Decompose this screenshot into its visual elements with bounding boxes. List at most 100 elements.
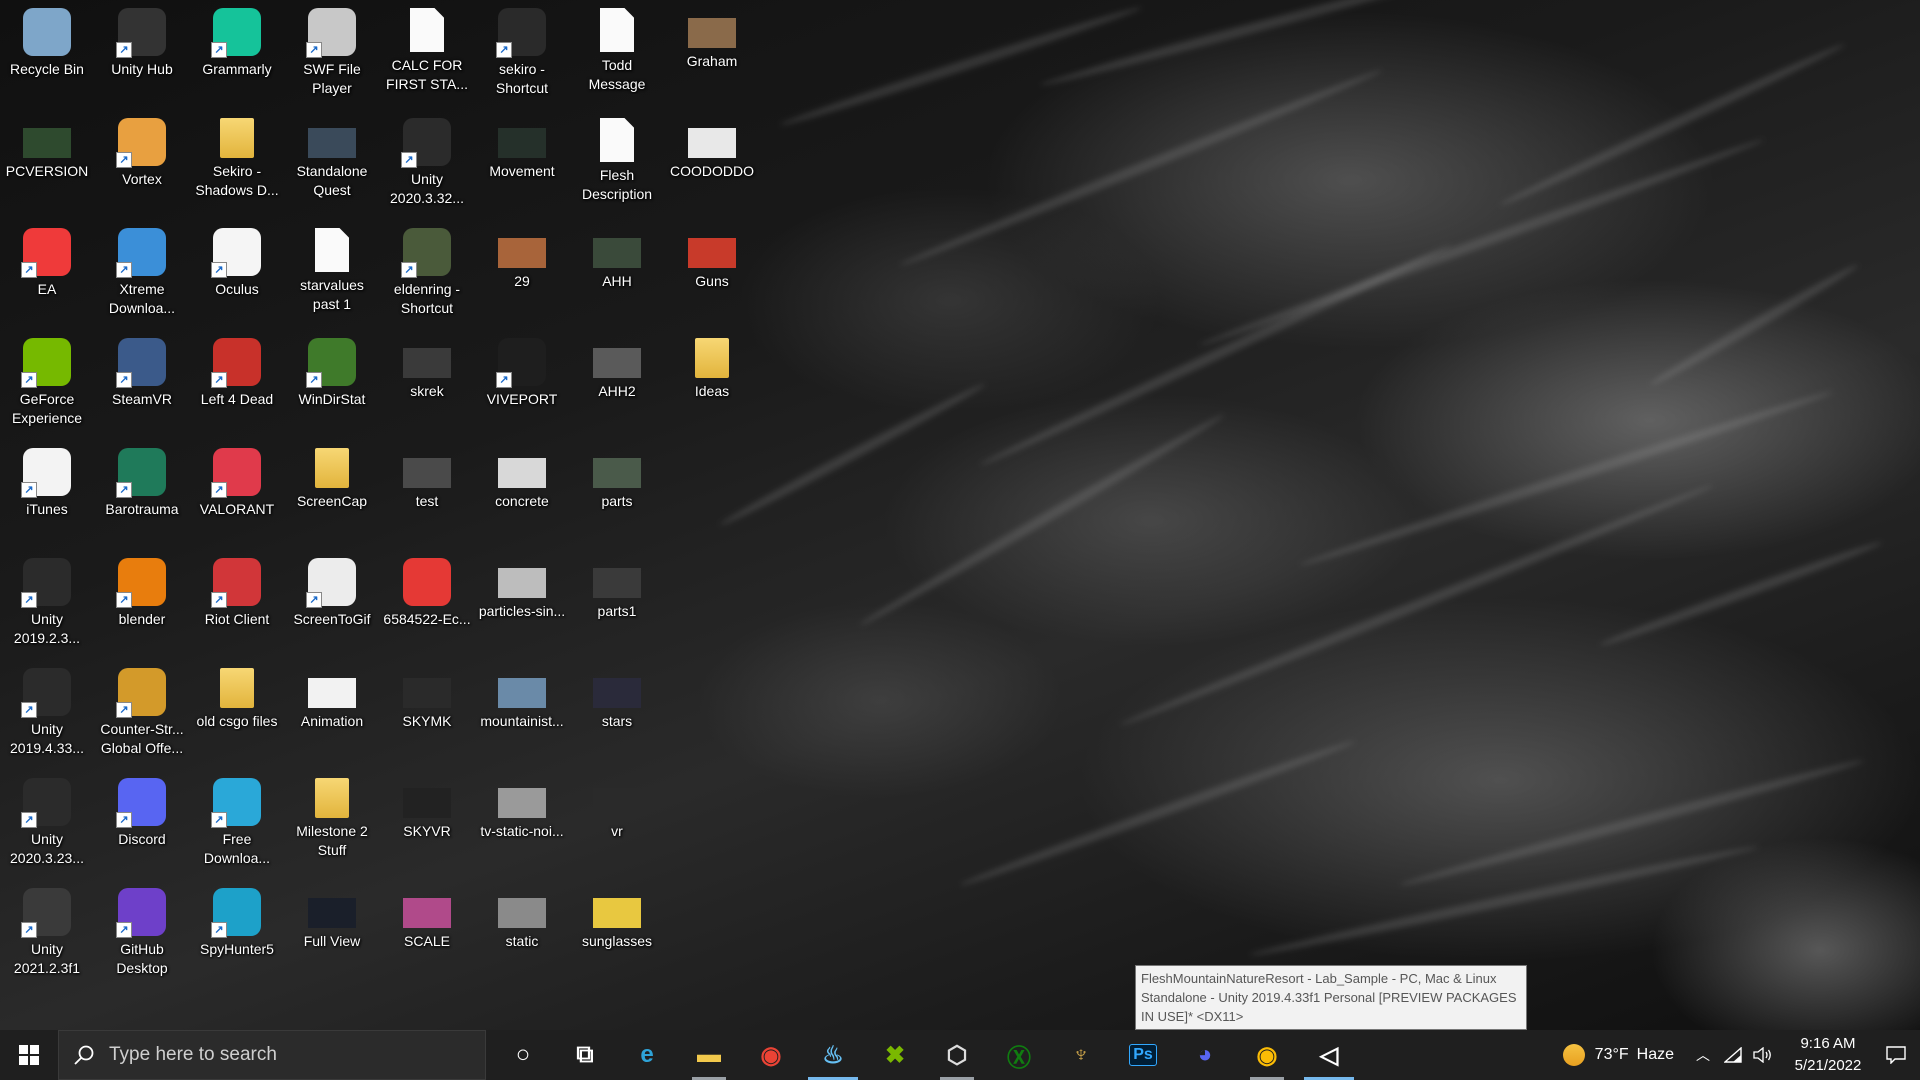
- viveport-icon: ↗: [496, 338, 546, 388]
- desktop-icon-steamvr[interactable]: ↗ SteamVR: [95, 330, 189, 409]
- taskbar-button-chrome[interactable]: ◉: [740, 1030, 802, 1080]
- desktop-icon-geforce-experience[interactable]: ↗ GeForce Experience: [0, 330, 94, 428]
- taskbar-button-eldenring[interactable]: ♆: [1050, 1030, 1112, 1080]
- desktop-icon-unity-2019-2-3[interactable]: ↗ Unity 2019.2.3...: [0, 550, 94, 648]
- network-icon[interactable]: [1718, 1047, 1748, 1063]
- desktop-icon-skymk[interactable]: SKYMK: [380, 660, 474, 731]
- taskbar-button-xbox-game-bar[interactable]: ✖: [864, 1030, 926, 1080]
- desktop-icon-static[interactable]: static: [475, 880, 569, 951]
- desktop-icon-mountainist[interactable]: mountainist...: [475, 660, 569, 731]
- taskbar-button-file-explorer[interactable]: ▬: [678, 1030, 740, 1080]
- desktop-icon-concrete[interactable]: concrete: [475, 440, 569, 511]
- desktop-icon-standalone-quest[interactable]: Standalone Quest: [285, 110, 379, 200]
- taskbar-button-xbox[interactable]: Ⓧ: [988, 1030, 1050, 1080]
- desktop-icon-pcversion[interactable]: PCVERSION: [0, 110, 94, 181]
- desktop-icon-sekiro-shadows-d[interactable]: Sekiro - Shadows D...: [190, 110, 284, 200]
- desktop-icon-unity-2019-4-33[interactable]: ↗ Unity 2019.4.33...: [0, 660, 94, 758]
- desktop-icon-viveport[interactable]: ↗ VIVEPORT: [475, 330, 569, 409]
- desktop-icon-todd-message[interactable]: Todd Message: [570, 0, 664, 94]
- desktop-icon-29[interactable]: 29: [475, 220, 569, 291]
- desktop-icon-ahh[interactable]: AHH: [570, 220, 664, 291]
- desktop-icon-skyvr[interactable]: SKYVR: [380, 770, 474, 841]
- desktop-icon-sekiro-shortcut[interactable]: ↗ sekiro - Shortcut: [475, 0, 569, 98]
- blender-icon: ↗: [116, 558, 166, 608]
- taskbar-button-chrome-profile[interactable]: ◉: [1236, 1030, 1298, 1080]
- desktop-icon-tv-static-noi[interactable]: tv-static-noi...: [475, 770, 569, 841]
- desktop-icon-counter-str-global-offe[interactable]: ↗ Counter-Str... Global Offe...: [95, 660, 189, 758]
- desktop-icon-6584522-ec[interactable]: 6584522-Ec...: [380, 550, 474, 629]
- desktop-icon-particles-sin[interactable]: particles-sin...: [475, 550, 569, 621]
- desktop-icon-vortex[interactable]: ↗ Vortex: [95, 110, 189, 189]
- barotrauma-icon: ↗: [116, 448, 166, 498]
- desktop-icon-test[interactable]: test: [380, 440, 474, 511]
- desktop-icon-scale[interactable]: SCALE: [380, 880, 474, 951]
- desktop-icon-oculus[interactable]: ↗ Oculus: [190, 220, 284, 299]
- desktop-icon-ea[interactable]: ↗ EA: [0, 220, 94, 299]
- desktop-icon-riot-client[interactable]: ↗ Riot Client: [190, 550, 284, 629]
- shortcut-arrow-icon: ↗: [401, 262, 417, 278]
- desktop-icon-spyhunter5[interactable]: ↗ SpyHunter5: [190, 880, 284, 959]
- desktop-icon-movement[interactable]: Movement: [475, 110, 569, 181]
- desktop-icon-ideas[interactable]: Ideas: [665, 330, 759, 401]
- shortcut-arrow-icon: ↗: [211, 482, 227, 498]
- desktop-icon-graham[interactable]: Graham: [665, 0, 759, 71]
- desktop-icon-vr[interactable]: vr: [570, 770, 664, 841]
- volume-icon[interactable]: [1748, 1047, 1778, 1063]
- desktop-icon-full-view[interactable]: Full View: [285, 880, 379, 951]
- desktop-icon-unity-2020-3-23[interactable]: ↗ Unity 2020.3.23...: [0, 770, 94, 868]
- taskbar-button-steam[interactable]: ♨: [802, 1030, 864, 1080]
- desktop-icon-unity-hub[interactable]: ↗ Unity Hub: [95, 0, 189, 79]
- desktop-icon-unity-2020-3-32[interactable]: ↗ Unity 2020.3.32...: [380, 110, 474, 208]
- desktop-icon-swf-file-player[interactable]: ↗ SWF File Player: [285, 0, 379, 98]
- desktop-icon-free-downloa[interactable]: ↗ Free Downloa...: [190, 770, 284, 868]
- desktop-icon-animation[interactable]: Animation: [285, 660, 379, 731]
- taskbar-button-cortana[interactable]: ○: [492, 1030, 554, 1080]
- start-button[interactable]: [0, 1030, 58, 1080]
- notification-center-button[interactable]: [1872, 1030, 1920, 1080]
- desktop-icon-parts[interactable]: parts: [570, 440, 664, 511]
- desktop-icon-xtreme-downloa[interactable]: ↗ Xtreme Downloa...: [95, 220, 189, 318]
- desktop-icon-discord[interactable]: ↗ Discord: [95, 770, 189, 849]
- desktop-icon-eldenring-shortcut[interactable]: ↗ eldenring - Shortcut: [380, 220, 474, 318]
- desktop-icon-flesh-description[interactable]: Flesh Description: [570, 110, 664, 204]
- shortcut-arrow-icon: ↗: [21, 922, 37, 938]
- desktop-icon-calc-for-first-sta[interactable]: CALC FOR FIRST STA...: [380, 0, 474, 94]
- desktop-icon-skrek[interactable]: skrek: [380, 330, 474, 401]
- desktop-icon-barotrauma[interactable]: ↗ Barotrauma: [95, 440, 189, 519]
- window-tooltip: FleshMountainNatureResort - Lab_Sample -…: [1135, 965, 1527, 1030]
- desktop-icon-github-desktop[interactable]: ↗ GitHub Desktop: [95, 880, 189, 978]
- desktop-icon-grammarly[interactable]: ↗ Grammarly: [190, 0, 284, 79]
- desktop-icon-starvalues-past-1[interactable]: starvalues past 1: [285, 220, 379, 314]
- weather-widget[interactable]: 73°F Haze: [1562, 1044, 1674, 1066]
- desktop-icon-left-4-dead[interactable]: ↗ Left 4 Dead: [190, 330, 284, 409]
- desktop-icon-valorant[interactable]: ↗ VALORANT: [190, 440, 284, 519]
- wallpaper-streak: [778, 2, 1143, 130]
- desktop-icon-recycle-bin[interactable]: Recycle Bin: [0, 0, 94, 79]
- desktop-icon-label: tv-static-noi...: [480, 823, 564, 839]
- desktop-icon-parts1[interactable]: parts1: [570, 550, 664, 621]
- desktop-icon-coododdo[interactable]: COODODDO: [665, 110, 759, 181]
- desktop-icon-screencap[interactable]: ScreenCap: [285, 440, 379, 511]
- shortcut-arrow-icon: ↗: [21, 482, 37, 498]
- desktop-icon-stars[interactable]: stars: [570, 660, 664, 731]
- desktop-icon-sunglasses[interactable]: sunglasses: [570, 880, 664, 951]
- shortcut-arrow-icon: ↗: [21, 702, 37, 718]
- desktop-icon-ahh2[interactable]: AHH2: [570, 330, 664, 401]
- taskbar-button-task-view[interactable]: ⧉: [554, 1030, 616, 1080]
- desktop-icon-windirstat[interactable]: ↗ WinDirStat: [285, 330, 379, 409]
- desktop-icon-screentogif[interactable]: ↗ ScreenToGif: [285, 550, 379, 629]
- taskbar-button-unity-editor[interactable]: ◁: [1298, 1030, 1360, 1080]
- desktop-icon-guns[interactable]: Guns: [665, 220, 759, 291]
- show-hidden-icons-button[interactable]: ︿: [1688, 1045, 1718, 1065]
- desktop-icon-itunes[interactable]: ↗ iTunes: [0, 440, 94, 519]
- search-box[interactable]: Type here to search: [58, 1030, 486, 1080]
- taskbar-button-unity-hub[interactable]: ⬡: [926, 1030, 988, 1080]
- system-clock[interactable]: 9:16 AM 5/21/2022: [1784, 1033, 1872, 1077]
- taskbar-button-edge[interactable]: e: [616, 1030, 678, 1080]
- desktop-icon-blender[interactable]: ↗ blender: [95, 550, 189, 629]
- desktop-icon-old-csgo-files[interactable]: old csgo files: [190, 660, 284, 731]
- taskbar-button-photoshop[interactable]: Ps: [1112, 1030, 1174, 1080]
- taskbar-button-discord[interactable]: ◕: [1174, 1030, 1236, 1080]
- desktop-icon-milestone-2-stuff[interactable]: Milestone 2 Stuff: [285, 770, 379, 860]
- desktop-icon-unity-2021-2-3f1[interactable]: ↗ Unity 2021.2.3f1: [0, 880, 94, 978]
